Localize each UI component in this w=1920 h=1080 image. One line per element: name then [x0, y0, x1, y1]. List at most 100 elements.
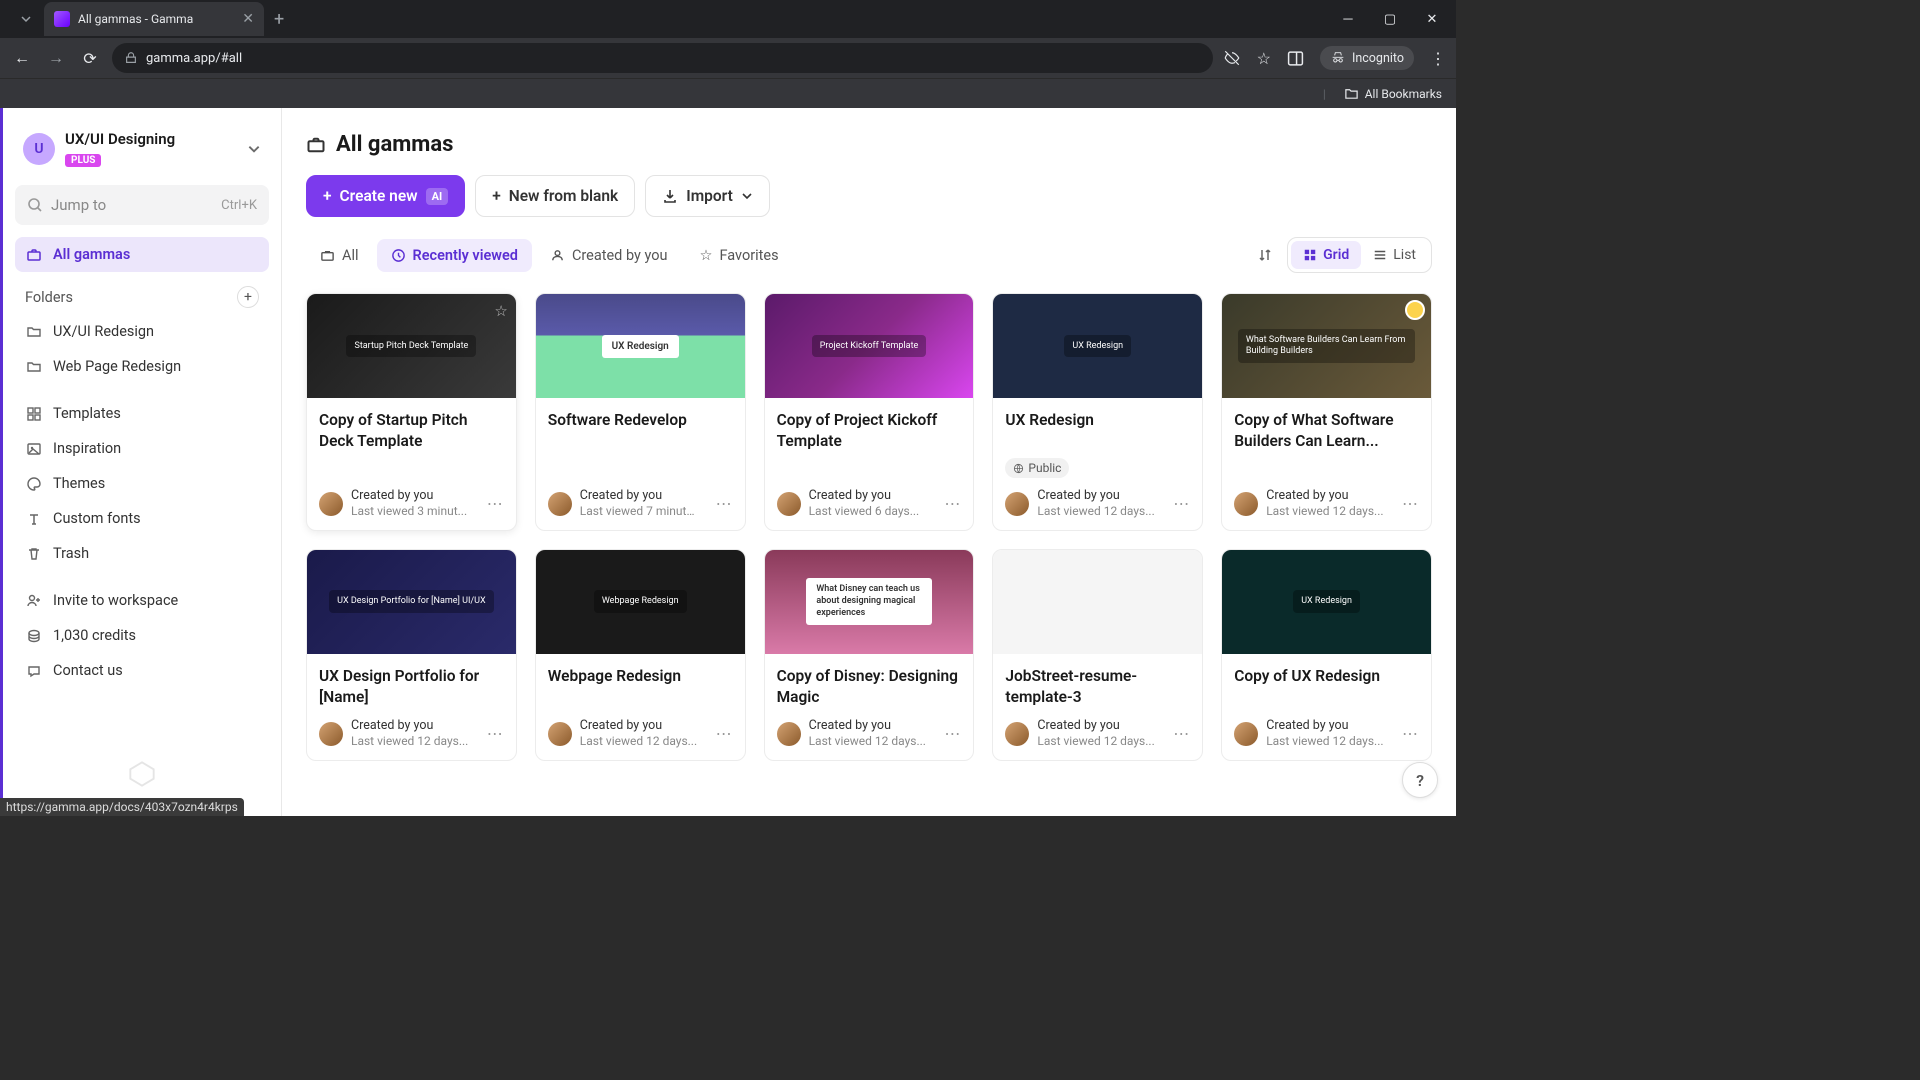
- reload-button[interactable]: ⟳: [78, 49, 102, 68]
- card-author: Created by you: [809, 488, 920, 504]
- gamma-card[interactable]: UX RedesignSoftware RedevelopCreated by …: [535, 293, 746, 531]
- tracking-icon[interactable]: [1223, 49, 1241, 67]
- browser-menu-icon[interactable]: ⋮: [1430, 49, 1446, 68]
- help-button[interactable]: ?: [1402, 762, 1438, 798]
- sidebar-item-themes[interactable]: Themes: [15, 466, 269, 501]
- new-tab-button[interactable]: +: [264, 9, 294, 30]
- window-maximize-icon[interactable]: ▢: [1380, 12, 1400, 27]
- card-menu-button[interactable]: ⋯: [1173, 494, 1190, 513]
- card-menu-button[interactable]: ⋯: [487, 724, 504, 743]
- view-list-button[interactable]: List: [1361, 241, 1428, 269]
- favorite-star-icon[interactable]: ☆: [494, 302, 507, 320]
- card-menu-button[interactable]: ⋯: [1402, 494, 1419, 513]
- gamma-card[interactable]: UX RedesignCopy of UX RedesignCreated by…: [1221, 549, 1432, 761]
- plus-icon: +: [323, 187, 332, 205]
- view-label: List: [1393, 247, 1416, 263]
- side-panel-icon[interactable]: [1287, 50, 1304, 67]
- sidebar-item-templates[interactable]: Templates: [15, 396, 269, 431]
- gamma-card[interactable]: Project Kickoff TemplateCopy of Project …: [764, 293, 975, 531]
- site-info-icon[interactable]: [124, 51, 138, 65]
- back-button[interactable]: ←: [10, 48, 34, 68]
- jump-to-search[interactable]: Jump to Ctrl+K: [15, 185, 269, 225]
- card-title: Copy of UX Redesign: [1234, 666, 1419, 708]
- sidebar-item-label: Templates: [53, 405, 121, 422]
- sidebar-item-label: 1,030 credits: [53, 627, 136, 644]
- card-menu-button[interactable]: ⋯: [716, 724, 733, 743]
- filter-all[interactable]: All: [306, 239, 373, 272]
- jump-placeholder: Jump to: [51, 196, 106, 214]
- jump-shortcut: Ctrl+K: [221, 198, 257, 213]
- tab-close-icon[interactable]: ✕: [242, 11, 254, 27]
- sidebar-item-invite[interactable]: Invite to workspace: [15, 583, 269, 618]
- card-menu-button[interactable]: ⋯: [716, 494, 733, 513]
- gamma-card[interactable]: JobStreet-resume-template-3Created by yo…: [992, 549, 1203, 761]
- gamma-card[interactable]: What Disney can teach us about designing…: [764, 549, 975, 761]
- author-avatar: [319, 722, 343, 746]
- view-grid-button[interactable]: Grid: [1291, 241, 1361, 269]
- card-last-viewed: Last viewed 3 minut...: [351, 504, 467, 520]
- card-menu-button[interactable]: ⋯: [1402, 724, 1419, 743]
- button-label: Create new: [340, 187, 418, 205]
- image-icon: [25, 441, 43, 457]
- author-avatar: [548, 492, 572, 516]
- plan-badge: PLUS: [65, 154, 101, 167]
- list-icon: [1373, 248, 1387, 262]
- briefcase-icon: [306, 135, 326, 155]
- incognito-chip[interactable]: Incognito: [1320, 46, 1414, 70]
- sidebar-item-credits[interactable]: 1,030 credits: [15, 618, 269, 653]
- sidebar-folder[interactable]: UX/UI Redesign: [15, 314, 269, 349]
- card-thumbnail: What Software Builders Can Learn From Bu…: [1222, 294, 1431, 398]
- sidebar-item-label: Themes: [53, 475, 105, 492]
- sidebar-item-all-gammas[interactable]: All gammas: [15, 237, 269, 272]
- filter-created-by-you[interactable]: Created by you: [536, 239, 682, 272]
- tab-search-dropdown[interactable]: [12, 5, 40, 33]
- forward-button[interactable]: →: [44, 48, 68, 68]
- chevron-down-icon[interactable]: [247, 142, 261, 156]
- create-new-button[interactable]: + Create new AI: [306, 175, 465, 217]
- add-folder-button[interactable]: +: [237, 286, 259, 308]
- card-menu-button[interactable]: ⋯: [1173, 724, 1190, 743]
- card-menu-button[interactable]: ⋯: [944, 724, 961, 743]
- address-bar[interactable]: gamma.app/#all: [112, 43, 1213, 73]
- filter-favorites[interactable]: ☆ Favorites: [686, 239, 793, 272]
- sidebar-item-inspiration[interactable]: Inspiration: [15, 431, 269, 466]
- sort-button[interactable]: [1257, 247, 1273, 263]
- browser-toolbar: ← → ⟳ gamma.app/#all ☆ Incognito ⋮: [0, 38, 1456, 78]
- card-author: Created by you: [580, 718, 697, 734]
- workspace-switcher[interactable]: U UX/UI Designing PLUS: [15, 126, 269, 171]
- gamma-card[interactable]: UX Design Portfolio for [Name] UI/UXUX D…: [306, 549, 517, 761]
- window-minimize-icon[interactable]: ─: [1338, 11, 1358, 27]
- clock-icon: [391, 248, 406, 263]
- all-bookmarks-link[interactable]: All Bookmarks: [1365, 87, 1442, 101]
- card-menu-button[interactable]: ⋯: [487, 494, 504, 513]
- view-label: Grid: [1323, 247, 1349, 263]
- card-last-viewed: Last viewed 12 days...: [1266, 504, 1383, 520]
- import-icon: [662, 188, 678, 204]
- grid-icon: [25, 406, 43, 422]
- type-icon: [25, 511, 43, 527]
- gamma-card[interactable]: What Software Builders Can Learn From Bu…: [1221, 293, 1432, 531]
- sidebar-item-custom-fonts[interactable]: Custom fonts: [15, 501, 269, 536]
- sidebar-item-contact[interactable]: Contact us: [15, 653, 269, 688]
- gamma-card[interactable]: UX RedesignUX RedesignPublicCreated by y…: [992, 293, 1203, 531]
- public-chip: Public: [1005, 458, 1069, 478]
- card-title: Software Redevelop: [548, 410, 733, 452]
- briefcase-icon: [25, 247, 43, 263]
- new-from-blank-button[interactable]: + New from blank: [475, 175, 635, 217]
- gammas-grid: Startup Pitch Deck Template☆Copy of Star…: [306, 293, 1432, 761]
- import-button[interactable]: Import: [645, 175, 770, 217]
- gamma-card[interactable]: Webpage RedesignWebpage RedesignCreated …: [535, 549, 746, 761]
- card-thumbnail: UX Redesign: [1222, 550, 1431, 654]
- card-author: Created by you: [1037, 488, 1154, 504]
- card-author: Created by you: [580, 488, 700, 504]
- filter-recently-viewed[interactable]: Recently viewed: [377, 239, 532, 272]
- card-menu-button[interactable]: ⋯: [944, 494, 961, 513]
- browser-tab-active[interactable]: All gammas - Gamma ✕: [44, 2, 264, 36]
- window-close-icon[interactable]: ✕: [1422, 12, 1442, 27]
- sidebar-folder[interactable]: Web Page Redesign: [15, 349, 269, 384]
- card-title: UX Design Portfolio for [Name]: [319, 666, 504, 708]
- gamma-card[interactable]: Startup Pitch Deck Template☆Copy of Star…: [306, 293, 517, 531]
- card-title: JobStreet-resume-template-3: [1005, 666, 1190, 708]
- bookmark-star-icon[interactable]: ☆: [1257, 49, 1271, 68]
- sidebar-item-trash[interactable]: Trash: [15, 536, 269, 571]
